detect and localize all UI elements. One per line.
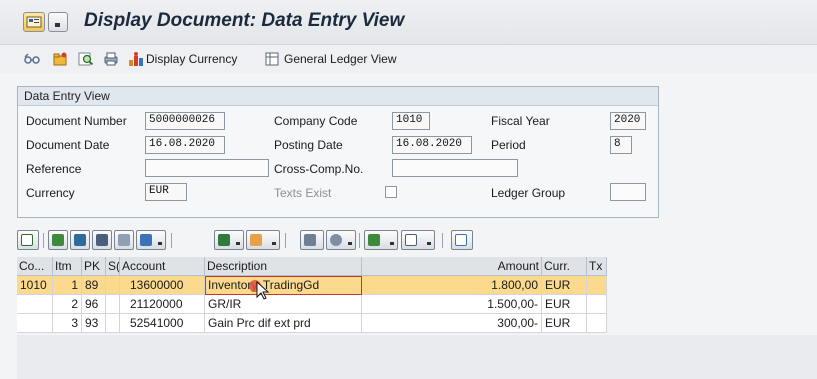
toolbar-separator <box>285 233 286 248</box>
period-field[interactable]: 8 <box>610 136 632 154</box>
print-icon[interactable] <box>103 51 119 67</box>
cell-description[interactable]: GR/IR <box>205 295 362 314</box>
data-entry-view-frame: Data Entry View Document Number 50000000… <box>17 86 659 218</box>
sap-menu-icon[interactable] <box>23 12 45 32</box>
cell-description[interactable]: Gain Prc dif ext prd <box>205 314 362 333</box>
details-icon[interactable] <box>17 230 39 250</box>
cell-curr[interactable]: EUR <box>542 314 587 333</box>
column-header-account[interactable]: Account <box>120 257 205 276</box>
posting-date-label: Posting Date <box>274 138 343 152</box>
cell-s[interactable] <box>106 295 120 314</box>
posting-date-field[interactable]: 16.08.2020 <box>392 136 472 154</box>
ledger-group-field[interactable] <box>610 183 646 201</box>
cell-itm[interactable]: 2 <box>53 295 82 314</box>
title-bar: Display Document: Data Entry View <box>0 0 817 45</box>
find-next-icon[interactable] <box>114 230 134 250</box>
subtotal-icon[interactable] <box>246 230 280 250</box>
sort-ascending-icon[interactable] <box>48 230 68 250</box>
info-icon[interactable] <box>451 230 473 250</box>
ledger-view-icon[interactable] <box>264 51 280 67</box>
export-icon[interactable] <box>364 230 398 250</box>
glasses-icon[interactable] <box>24 51 40 67</box>
currency-field[interactable]: EUR <box>145 183 187 201</box>
cell-itm[interactable]: 1 <box>53 276 82 295</box>
cross-comp-label: Cross-Comp.No. <box>274 162 364 176</box>
period-label: Period <box>491 138 526 152</box>
texts-exist-checkbox[interactable] <box>385 186 397 198</box>
reference-label: Reference <box>26 162 82 176</box>
cell-amount[interactable]: 300,00- <box>362 314 542 333</box>
cell-pk[interactable]: 89 <box>82 276 106 295</box>
toolbar-separator <box>359 233 360 248</box>
display-currency-icon[interactable] <box>128 51 144 67</box>
texts-exist-label: Texts Exist <box>274 186 332 200</box>
cell-account[interactable]: 21120000 <box>120 295 205 314</box>
cell-amount[interactable]: 1.500,00- <box>362 295 542 314</box>
document-number-label: Document Number <box>26 114 127 128</box>
sort-descending-icon[interactable] <box>70 230 90 250</box>
company-code-field[interactable]: 1010 <box>392 112 430 130</box>
cell-description[interactable]: Inventory, TradingGd <box>205 276 362 295</box>
cell-amount[interactable]: 1.800,00 <box>362 276 542 295</box>
cell-tx[interactable] <box>587 314 607 333</box>
fiscal-year-label: Fiscal Year <box>491 114 550 128</box>
sum-icon[interactable] <box>214 230 244 250</box>
layout-icon[interactable] <box>401 230 435 250</box>
toolbar-separator <box>442 233 443 248</box>
column-header-pk[interactable]: PK <box>82 257 106 276</box>
search-icon[interactable] <box>78 51 94 67</box>
views-icon[interactable] <box>326 230 356 250</box>
cell-pk[interactable]: 96 <box>82 295 106 314</box>
document-date-field[interactable]: 16.08.2020 <box>145 136 225 154</box>
column-header-amount[interactable]: Amount <box>362 257 542 276</box>
chevron-down-icon[interactable] <box>48 12 68 32</box>
general-ledger-view-button[interactable]: General Ledger View <box>284 52 397 66</box>
currency-label: Currency <box>26 186 75 200</box>
document-number-field[interactable]: 5000000026 <box>145 112 225 130</box>
cell-curr[interactable]: EUR <box>542 276 587 295</box>
cell-co[interactable] <box>17 314 53 333</box>
filter-icon[interactable] <box>136 230 166 250</box>
cell-co[interactable] <box>17 295 53 314</box>
document-date-label: Document Date <box>26 138 110 152</box>
cell-s[interactable] <box>106 314 120 333</box>
folder-icon[interactable] <box>52 51 68 67</box>
application-toolbar: Display Currency General Ledger View <box>0 45 817 73</box>
cell-account[interactable]: 13600000 <box>120 276 205 295</box>
cell-tx[interactable] <box>587 276 607 295</box>
find-icon[interactable] <box>92 230 112 250</box>
toolbar-separator <box>43 233 44 248</box>
column-header-description[interactable]: Description <box>205 257 362 276</box>
cell-curr[interactable]: EUR <box>542 295 587 314</box>
page-title: Display Document: Data Entry View <box>84 10 405 31</box>
cell-s[interactable] <box>106 276 120 295</box>
column-header-tx[interactable]: Tx <box>587 257 607 276</box>
table-row[interactable]: 2 96 21120000 GR/IR 1.500,00- EUR <box>17 295 607 314</box>
table-row[interactable]: 3 93 52541000 Gain Prc dif ext prd 300,0… <box>17 314 607 333</box>
display-currency-button[interactable]: Display Currency <box>146 52 237 66</box>
ledger-group-label: Ledger Group <box>491 186 566 200</box>
company-code-label: Company Code <box>274 114 358 128</box>
grid-empty-area <box>17 335 817 379</box>
mouse-pointer-icon <box>249 280 270 300</box>
column-header-itm[interactable]: Itm <box>53 257 82 276</box>
cross-comp-field[interactable] <box>392 159 518 177</box>
cell-account[interactable]: 52541000 <box>120 314 205 333</box>
reference-field[interactable] <box>145 159 269 177</box>
toolbar-separator <box>171 233 172 248</box>
table-row[interactable]: 1010 1 89 13600000 Inventory, TradingGd … <box>17 276 607 295</box>
fiscal-year-field[interactable]: 2020 <box>610 112 646 130</box>
frame-title: Data Entry View <box>18 87 658 106</box>
print-preview-icon[interactable] <box>300 230 324 250</box>
column-header-co[interactable]: Co... <box>17 257 53 276</box>
column-header-s[interactable]: S( <box>106 257 120 276</box>
cell-co[interactable]: 1010 <box>17 276 53 295</box>
cell-pk[interactable]: 93 <box>82 314 106 333</box>
cell-itm[interactable]: 3 <box>53 314 82 333</box>
column-header-curr[interactable]: Curr. <box>542 257 587 276</box>
cell-tx[interactable] <box>587 295 607 314</box>
